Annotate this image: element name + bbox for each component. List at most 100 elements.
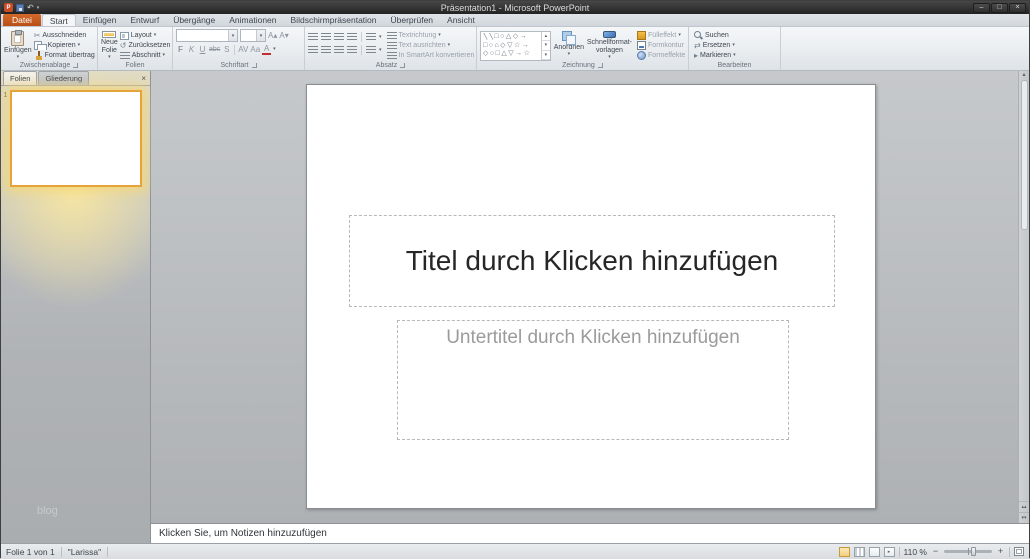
fit-to-window-icon[interactable] bbox=[1014, 547, 1024, 556]
shrink-font-button[interactable]: A▾ bbox=[279, 30, 288, 41]
scroll-down-icon[interactable]: ▾ bbox=[542, 41, 550, 50]
change-case-button[interactable]: Aa bbox=[250, 44, 260, 55]
bullets-icon[interactable] bbox=[308, 33, 318, 41]
tab-start[interactable]: Start bbox=[42, 14, 76, 26]
zoom-slider-thumb[interactable] bbox=[971, 547, 976, 556]
undo-icon[interactable]: ↶ bbox=[27, 4, 34, 12]
save-icon[interactable] bbox=[16, 4, 24, 12]
tab-ueberpruefen[interactable]: Überprüfen bbox=[384, 14, 441, 26]
paste-button[interactable]: Einfügen ▾ bbox=[4, 29, 32, 60]
cut-button[interactable]: ✂ Ausschneiden bbox=[32, 31, 95, 40]
italic-button[interactable]: K bbox=[187, 44, 196, 55]
justify-icon[interactable] bbox=[347, 46, 357, 54]
align-left-icon[interactable] bbox=[308, 46, 318, 54]
tab-folien[interactable]: Folien bbox=[3, 71, 37, 85]
tab-einfuegen[interactable]: Einfügen bbox=[76, 14, 124, 26]
convert-to-smartart-button[interactable]: In SmartArt konvertieren ▾ bbox=[385, 51, 474, 60]
find-button[interactable]: Suchen bbox=[692, 31, 778, 40]
tab-uebergaenge[interactable]: Übergänge bbox=[166, 14, 222, 26]
tab-datei[interactable]: Datei bbox=[3, 14, 41, 26]
minimize-button[interactable]: – bbox=[973, 3, 990, 13]
align-center-icon[interactable] bbox=[321, 46, 331, 54]
zoom-slider[interactable] bbox=[944, 550, 992, 553]
dropdown-icon: ▾ bbox=[163, 53, 166, 58]
zoom-level[interactable]: 110 % bbox=[904, 547, 927, 557]
close-button[interactable]: × bbox=[1009, 3, 1026, 13]
maximize-button[interactable]: □ bbox=[991, 3, 1008, 13]
decrease-indent-icon[interactable] bbox=[334, 33, 344, 41]
title-placeholder[interactable]: Titel durch Klicken hinzufügen bbox=[349, 215, 835, 307]
replace-button[interactable]: ⇄ Ersetzen ▾ bbox=[692, 41, 778, 50]
next-slide-button[interactable]: ▾▾ bbox=[1019, 512, 1029, 523]
new-slide-button[interactable]: Neue Folie ▾ bbox=[101, 29, 118, 60]
text-direction-button[interactable]: Textrichtung ▾ bbox=[385, 31, 474, 40]
dropdown-icon: ▾ bbox=[154, 33, 157, 38]
zoom-in-icon[interactable]: + bbox=[996, 547, 1005, 556]
slide-indicator: Folie 1 von 1 bbox=[6, 547, 55, 557]
bold-button[interactable]: F bbox=[176, 44, 185, 55]
underline-button[interactable]: U bbox=[198, 44, 207, 55]
quick-styles-button[interactable]: Schnellformat- vorlagen ▾ bbox=[587, 29, 632, 60]
tab-bildschirmpraesentation[interactable]: Bildschirmpräsentation bbox=[284, 14, 384, 26]
normal-view-icon[interactable] bbox=[839, 547, 850, 557]
dialog-launcher-icon[interactable] bbox=[252, 63, 257, 68]
zoom-out-icon[interactable]: − bbox=[931, 547, 940, 556]
section-button[interactable]: Abschnitt ▾ bbox=[118, 51, 170, 60]
tab-ansicht[interactable]: Ansicht bbox=[440, 14, 482, 26]
reset-button[interactable]: ↺ Zurücksetzen bbox=[118, 41, 170, 50]
dialog-launcher-icon[interactable] bbox=[400, 63, 405, 68]
dialog-launcher-icon[interactable] bbox=[598, 63, 603, 68]
dropdown-icon[interactable]: ▾ bbox=[273, 47, 276, 52]
dropdown-icon[interactable]: ▾ bbox=[256, 30, 265, 41]
dialog-launcher-icon[interactable] bbox=[73, 63, 78, 68]
font-name-combo[interactable]: ▾ bbox=[176, 29, 238, 42]
text-shadow-button[interactable]: S bbox=[222, 44, 231, 55]
shape-effects-button[interactable]: Formeffekte ▾ bbox=[635, 51, 686, 60]
shape-outline-button[interactable]: Formkontur ▾ bbox=[635, 41, 686, 50]
close-pane-icon[interactable]: × bbox=[141, 74, 146, 83]
dropdown-icon[interactable]: ▾ bbox=[379, 48, 382, 53]
select-button[interactable]: ▸ Markieren ▾ bbox=[692, 51, 778, 60]
group-absatz: ▾ ▾ Textrichtung bbox=[305, 27, 477, 70]
line-spacing-icon[interactable] bbox=[366, 33, 376, 41]
numbering-icon[interactable] bbox=[321, 33, 331, 41]
increase-indent-icon[interactable] bbox=[347, 33, 357, 41]
grow-font-button[interactable]: A▴ bbox=[268, 30, 277, 41]
vertical-scrollbar[interactable]: ▴ ▴▴ ▾▾ bbox=[1018, 71, 1029, 523]
shape-fill-button[interactable]: Fülleffekt ▾ bbox=[635, 31, 686, 40]
notes-pane[interactable]: Klicken Sie, um Notizen hinzuzufügen bbox=[151, 523, 1029, 543]
layout-button[interactable]: Layout ▾ bbox=[118, 31, 170, 40]
font-color-button[interactable]: A bbox=[262, 44, 271, 55]
align-right-icon[interactable] bbox=[334, 46, 344, 54]
slide-canvas[interactable]: Titel durch Klicken hinzufügen Untertite… bbox=[306, 84, 876, 509]
tab-entwurf[interactable]: Entwurf bbox=[123, 14, 166, 26]
copy-button[interactable]: Kopieren ▾ bbox=[32, 41, 95, 50]
tab-gliederung[interactable]: Gliederung bbox=[38, 71, 89, 85]
arrange-button[interactable]: Anordnen ▾ bbox=[554, 29, 584, 60]
status-bar: Folie 1 von 1 "Larissa" ▸ 110 % − + bbox=[1, 543, 1029, 559]
slide-thumbnail[interactable] bbox=[10, 90, 142, 187]
columns-icon[interactable] bbox=[366, 46, 376, 54]
subtitle-placeholder[interactable]: Untertitel durch Klicken hinzufügen bbox=[397, 320, 789, 440]
qat-dropdown-icon[interactable]: ▾ bbox=[37, 5, 40, 11]
format-painter-button[interactable]: Format übertragen bbox=[32, 51, 95, 60]
scroll-up-icon[interactable]: ▴ bbox=[1022, 71, 1025, 78]
reading-view-icon[interactable] bbox=[869, 547, 880, 557]
font-size-combo[interactable]: ▾ bbox=[240, 29, 266, 42]
align-text-button[interactable]: Text ausrichten ▾ bbox=[385, 41, 474, 50]
scrollbar-thumb[interactable] bbox=[1021, 80, 1028, 230]
scroll-up-icon[interactable]: ▴ bbox=[542, 32, 550, 41]
gallery-more-icon[interactable]: ▾ bbox=[542, 51, 550, 60]
dropdown-icon: ▾ bbox=[78, 43, 81, 48]
slideshow-view-icon[interactable]: ▸ bbox=[884, 547, 895, 557]
character-spacing-button[interactable]: AV bbox=[238, 44, 248, 55]
previous-slide-button[interactable]: ▴▴ bbox=[1019, 501, 1029, 512]
slide-sorter-view-icon[interactable] bbox=[854, 547, 865, 557]
dropdown-icon[interactable]: ▾ bbox=[379, 35, 382, 40]
tab-animationen[interactable]: Animationen bbox=[222, 14, 283, 26]
powerpoint-logo-icon[interactable] bbox=[4, 3, 13, 12]
shapes-gallery-scrollbar[interactable]: ▴ ▾ ▾ bbox=[541, 32, 550, 60]
shapes-gallery[interactable]: ╲╲□○△◇→ □○⌂◇▽☆→ ◇○□△▽→☆ ▴ ▾ ▾ bbox=[480, 31, 551, 61]
dropdown-icon[interactable]: ▾ bbox=[228, 30, 237, 41]
strikethrough-button[interactable]: abc bbox=[209, 44, 220, 55]
